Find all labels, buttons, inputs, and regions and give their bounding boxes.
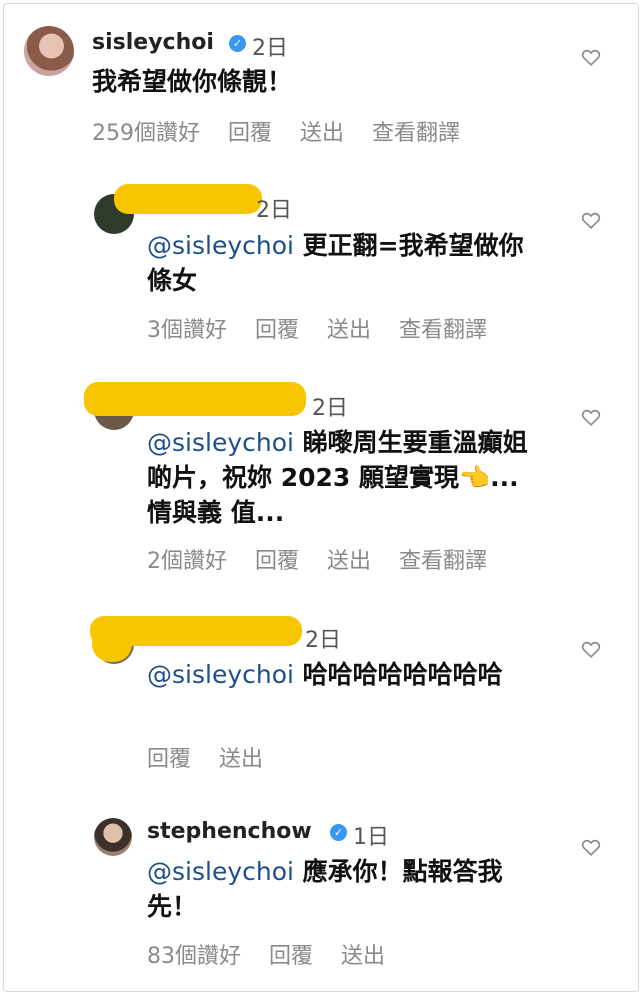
comment-text: @sisleychoi 應承你！點報答我先！ bbox=[147, 854, 537, 924]
timestamp: 2日 bbox=[312, 396, 348, 421]
comment-text: @sisleychoi 更正翻=我希望做你條女 bbox=[147, 228, 547, 298]
avatar[interactable] bbox=[24, 26, 74, 76]
heart-outline-icon[interactable] bbox=[580, 209, 602, 231]
send-button[interactable]: 送出 bbox=[341, 938, 385, 970]
comments-panel: sisleychoi ✓ 2日 我希望做你條靚！ 259個讚好 回覆 送出 查看翻譯 … bbox=[3, 3, 639, 992]
reply-button[interactable]: 回覆 bbox=[255, 543, 299, 575]
timestamp: 1日 bbox=[353, 825, 389, 850]
comment-text-body: 哈哈哈哈哈哈哈哈 bbox=[293, 660, 503, 689]
send-button[interactable]: 送出 bbox=[327, 543, 371, 575]
see-translation-button[interactable]: 查看翻譯 bbox=[399, 312, 487, 344]
reply-button[interactable]: 回覆 bbox=[269, 938, 313, 970]
timestamp: 2日 bbox=[256, 198, 292, 223]
likes-count[interactable]: 83個讚好 bbox=[147, 938, 241, 970]
comment-text: @sisleychoi 哈哈哈哈哈哈哈哈 bbox=[147, 657, 537, 692]
redaction-mask bbox=[92, 624, 132, 662]
mention-link[interactable]: @sisleychoi bbox=[147, 231, 294, 260]
heart-outline-icon[interactable] bbox=[580, 46, 602, 68]
comment-text: 我希望做你條靚！ bbox=[92, 64, 522, 99]
redaction-mask bbox=[84, 382, 306, 416]
see-translation-button[interactable]: 查看翻譯 bbox=[372, 115, 460, 147]
see-translation-button[interactable]: 查看翻譯 bbox=[399, 543, 487, 575]
send-button[interactable]: 送出 bbox=[327, 312, 371, 344]
username[interactable]: stephenchow bbox=[147, 819, 312, 844]
mention-link[interactable]: @sisleychoi bbox=[147, 428, 294, 457]
heart-outline-icon[interactable] bbox=[580, 406, 602, 428]
comment-text: @sisleychoi 睇嚟周生要重溫癲姐啲片，祝妳 2023 願望實現👈...… bbox=[147, 425, 537, 530]
mention-link[interactable]: @sisleychoi bbox=[147, 660, 294, 689]
comment-actions: 3個讚好 回覆 送出 查看翻譯 bbox=[147, 312, 515, 344]
heart-outline-icon[interactable] bbox=[580, 638, 602, 660]
redaction-mask bbox=[114, 184, 262, 214]
send-button[interactable]: 送出 bbox=[300, 115, 344, 147]
timestamp: 2日 bbox=[305, 628, 341, 653]
reply-button[interactable]: 回覆 bbox=[147, 741, 191, 773]
heart-outline-icon[interactable] bbox=[580, 836, 602, 858]
likes-count[interactable]: 3個讚好 bbox=[147, 312, 227, 344]
comment-actions: 2個讚好 回覆 送出 查看翻譯 bbox=[147, 543, 515, 575]
send-button[interactable]: 送出 bbox=[219, 741, 263, 773]
reply-button[interactable]: 回覆 bbox=[255, 312, 299, 344]
comment-actions: 259個讚好 回覆 送出 查看翻譯 bbox=[92, 115, 488, 147]
likes-count[interactable]: 2個讚好 bbox=[147, 543, 227, 575]
verified-badge-icon: ✓ bbox=[229, 35, 246, 52]
comment-actions: 回覆 送出 bbox=[147, 741, 291, 773]
comment-text-body: 我希望做你條靚！ bbox=[92, 67, 293, 96]
mention-link[interactable]: @sisleychoi bbox=[147, 857, 294, 886]
reply-button[interactable]: 回覆 bbox=[228, 115, 272, 147]
username[interactable]: sisleychoi bbox=[92, 30, 214, 55]
likes-count[interactable]: 259個讚好 bbox=[92, 115, 200, 147]
avatar[interactable] bbox=[94, 818, 132, 856]
comment-actions: 83個讚好 回覆 送出 bbox=[147, 938, 413, 970]
timestamp: 2日 bbox=[252, 36, 288, 61]
verified-badge-icon: ✓ bbox=[330, 824, 347, 841]
